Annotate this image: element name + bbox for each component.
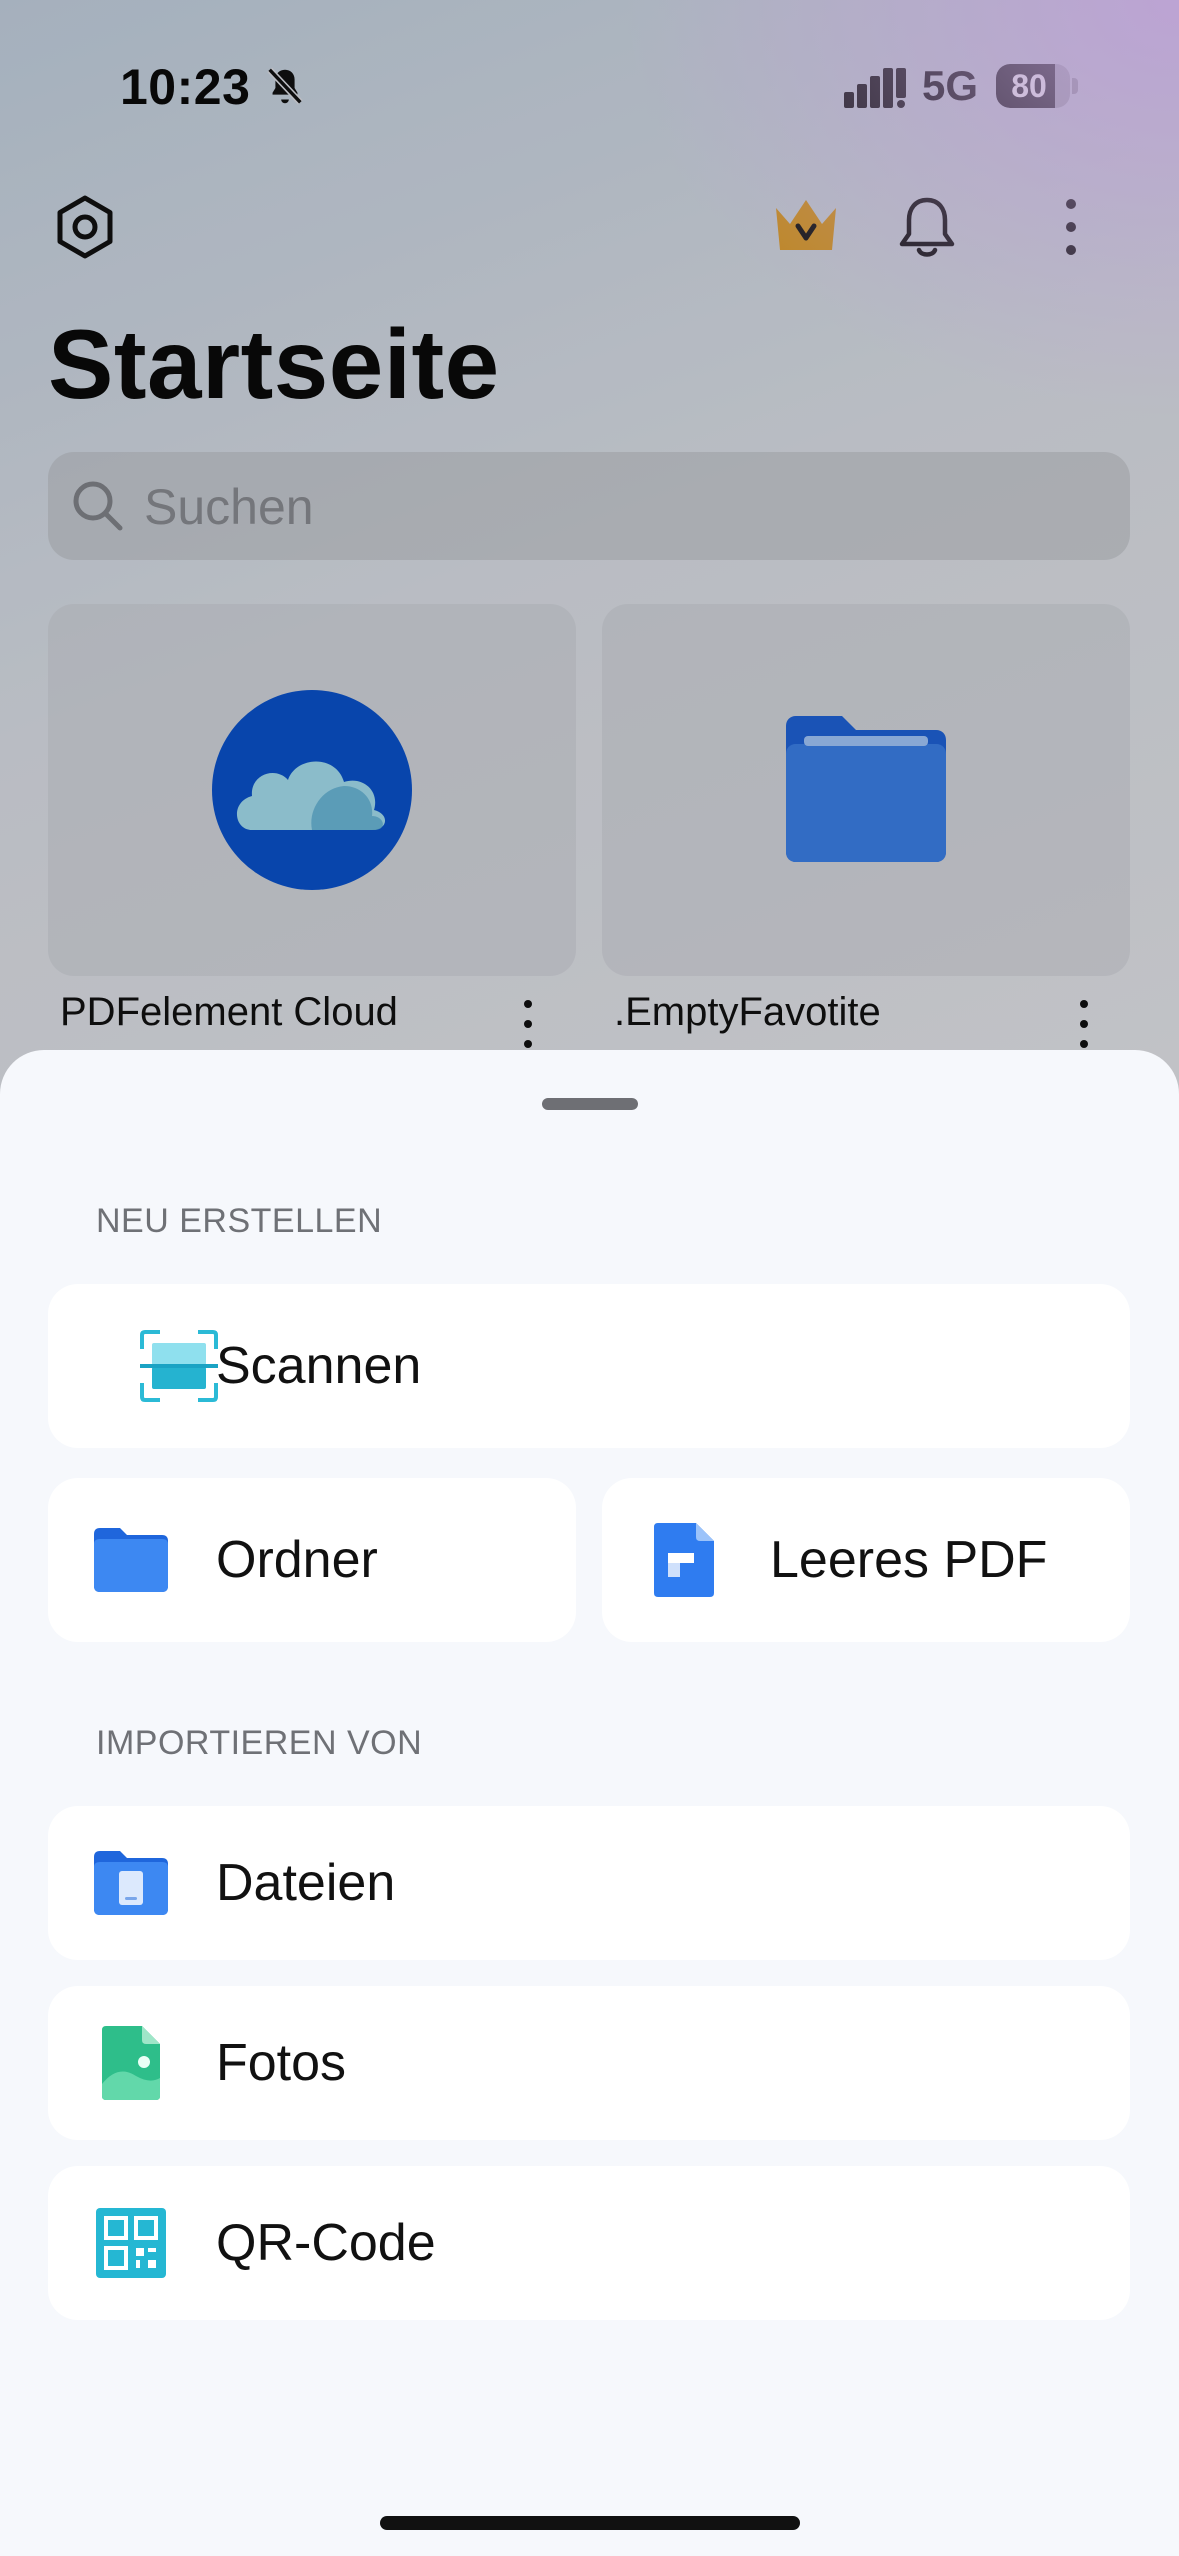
files-icon	[94, 1851, 168, 1915]
scan-button[interactable]: Scannen	[48, 1284, 1130, 1448]
sheet-grabber[interactable]	[542, 1098, 638, 1110]
qr-code-icon	[96, 2208, 166, 2278]
import-photos-button[interactable]: Fotos	[48, 1986, 1130, 2140]
folder-icon	[94, 1528, 168, 1592]
create-bottom-sheet: NEU ERSTELLEN Scannen Ordner Leeres PDF	[0, 1050, 1179, 2556]
section-title-new: NEU ERSTELLEN	[96, 1202, 383, 1240]
folder-label: Ordner	[216, 1531, 378, 1589]
new-folder-button[interactable]: Ordner	[48, 1478, 576, 1642]
photos-icon	[102, 2026, 160, 2100]
photos-label: Fotos	[216, 2034, 347, 2092]
import-qr-code-button[interactable]: QR-Code	[48, 2166, 1130, 2320]
blank-pdf-icon	[654, 1523, 714, 1597]
home-indicator[interactable]	[380, 2516, 800, 2530]
qr-code-label: QR-Code	[216, 2214, 436, 2272]
scan-label: Scannen	[216, 1337, 422, 1395]
blank-pdf-label: Leeres PDF	[770, 1531, 1048, 1589]
scan-icon	[140, 1330, 218, 1402]
files-label: Dateien	[216, 1854, 396, 1912]
blank-pdf-button[interactable]: Leeres PDF	[602, 1478, 1130, 1642]
import-files-button[interactable]: Dateien	[48, 1806, 1130, 1960]
section-title-import: IMPORTIEREN VON	[96, 1724, 423, 1762]
